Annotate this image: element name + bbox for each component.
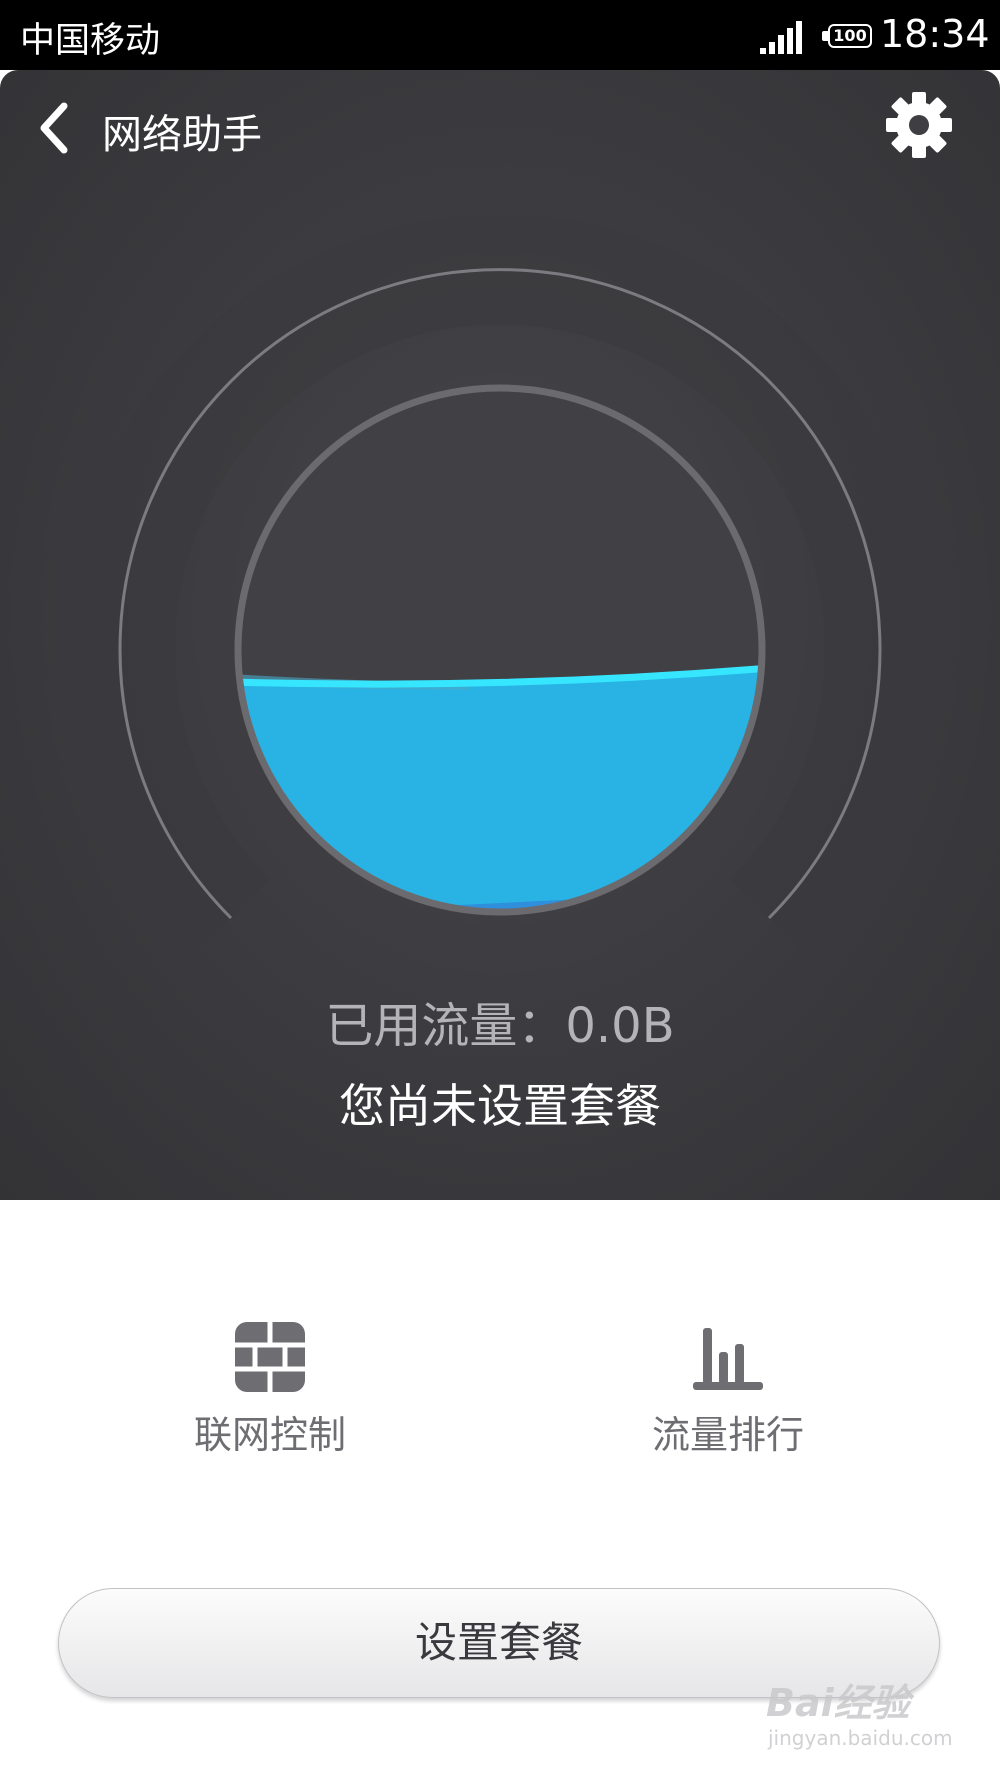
- network-control-button[interactable]: 联网控制: [120, 1322, 420, 1462]
- watermark-logo: Bai经验: [766, 1681, 910, 1725]
- plan-status-label: 您尚未设置套餐: [339, 1079, 661, 1133]
- status-bar: 中国移动 100 18:34: [0, 0, 1000, 70]
- carrier-name: 中国移动: [20, 21, 161, 61]
- clock: 18:34: [880, 12, 990, 56]
- signal-icon: [760, 21, 802, 54]
- watermark: Bai经验 jingyan.baidu.com: [760, 1672, 960, 1762]
- watermark-url: jingyan.baidu.com: [768, 1726, 953, 1750]
- battery-icon: 100: [822, 24, 876, 52]
- traffic-ranking-button[interactable]: 流量排行: [578, 1322, 878, 1462]
- usage-panel: 网络助手 已用流量：0.0B 您尚未设置套餐: [0, 70, 1000, 1200]
- network-control-label: 联网控制: [193, 1413, 346, 1457]
- used-traffic-label: 已用流量：0.0B: [325, 998, 675, 1054]
- bar-chart-icon: [693, 1328, 763, 1390]
- firewall-icon: [235, 1322, 305, 1392]
- traffic-ranking-label: 流量排行: [651, 1413, 804, 1457]
- water-main: [241, 665, 759, 909]
- battery-level: 100: [833, 26, 867, 45]
